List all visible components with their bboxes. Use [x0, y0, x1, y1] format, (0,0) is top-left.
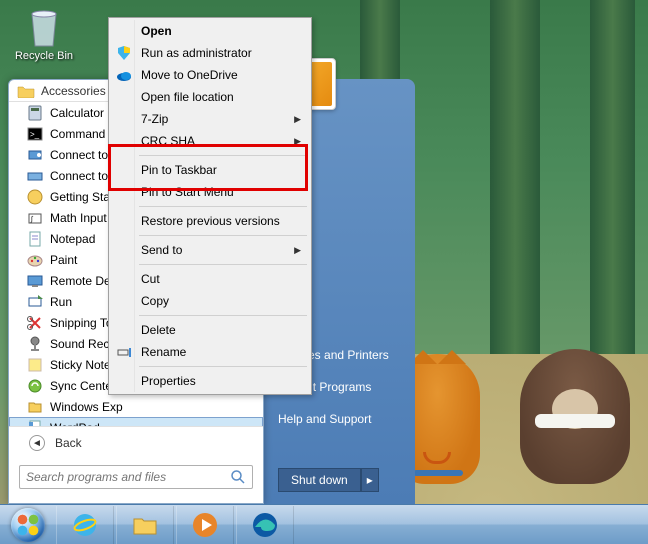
- context-menu-label: Delete: [141, 323, 176, 337]
- back-label: Back: [55, 436, 82, 450]
- file-explorer-icon: [131, 511, 159, 539]
- remote-icon: [27, 273, 43, 289]
- program-label: Command P: [50, 127, 117, 141]
- context-menu-label: Move to OneDrive: [141, 68, 238, 82]
- shutdown-button-group: Shut down ▸: [278, 468, 379, 492]
- math-icon: ∫: [27, 210, 43, 226]
- context-menu-properties[interactable]: Properties: [111, 370, 309, 392]
- edge-icon: [251, 511, 279, 539]
- getstarted-icon: [27, 189, 43, 205]
- program-label: Paint: [50, 253, 77, 267]
- calculator-icon: [27, 105, 43, 121]
- context-menu-label: Send to: [141, 243, 182, 257]
- program-label: Sync Center: [50, 379, 116, 393]
- wordpad-icon: [27, 420, 43, 427]
- program-label: Run: [50, 295, 72, 309]
- sticky-icon: [27, 357, 43, 373]
- context-menu-delete[interactable]: Delete: [111, 319, 309, 341]
- sound-icon: [27, 336, 43, 352]
- context-menu-open-file-location[interactable]: Open file location: [111, 86, 309, 108]
- program-label: Calculator: [50, 106, 104, 120]
- context-menu-separator: [139, 155, 307, 156]
- context-menu-separator: [139, 235, 307, 236]
- context-menu-crc-sha[interactable]: CRC SHA ▶: [111, 130, 309, 152]
- recycle-bin-label: Recycle Bin: [15, 50, 73, 62]
- projector2-icon: [27, 168, 43, 184]
- context-menu-label: Copy: [141, 294, 169, 308]
- taskbar: [0, 504, 648, 544]
- windows-orb-icon: [11, 508, 45, 542]
- context-menu-open[interactable]: Open: [111, 20, 309, 42]
- cmd-icon: >_: [27, 126, 43, 142]
- context-menu-label: Rename: [141, 345, 186, 359]
- context-menu-separator: [139, 206, 307, 207]
- taskbar-edge-button[interactable]: [236, 506, 294, 544]
- notepad-icon: [27, 231, 43, 247]
- rename-icon: [116, 344, 132, 360]
- context-menu-pin-to-start-menu[interactable]: Pin to Start Menu: [111, 181, 309, 203]
- context-menu-move-to-onedrive[interactable]: Move to OneDrive: [111, 64, 309, 86]
- taskbar-ie-button[interactable]: [56, 506, 114, 544]
- context-menu-label: Cut: [141, 272, 160, 286]
- program-label: Windows Exp: [50, 400, 123, 414]
- recycle-bin-icon: [26, 6, 62, 48]
- submenu-arrow-icon: ▶: [294, 114, 301, 125]
- paint-icon: [27, 252, 43, 268]
- context-menu-label: Pin to Start Menu: [141, 185, 234, 199]
- start-menu-search-box[interactable]: [19, 465, 253, 489]
- media-player-icon: [191, 511, 219, 539]
- program-label: Notepad: [50, 232, 95, 246]
- context-menu-label: 7-Zip: [141, 112, 168, 126]
- context-menu-separator: [139, 264, 307, 265]
- start-menu-folder-label: Accessories: [41, 84, 106, 98]
- context-menu-label: Open file location: [141, 90, 234, 104]
- onedrive-icon: [116, 67, 132, 83]
- context-menu-rename[interactable]: Rename: [111, 341, 309, 363]
- context-menu-separator: [139, 366, 307, 367]
- start-button[interactable]: [2, 506, 54, 544]
- context-menu-separator: [139, 315, 307, 316]
- context-menu-7-zip[interactable]: 7-Zip ▶: [111, 108, 309, 130]
- context-menu-run-as-administrator[interactable]: Run as administrator: [111, 42, 309, 64]
- taskbar-media-player-button[interactable]: [176, 506, 234, 544]
- taskbar-explorer-button[interactable]: [116, 506, 174, 544]
- context-menu-restore-previous-versions[interactable]: Restore previous versions: [111, 210, 309, 232]
- sync-icon: [27, 378, 43, 394]
- context-menu-label: Run as administrator: [141, 46, 252, 60]
- shutdown-button[interactable]: Shut down: [278, 468, 361, 492]
- explorer-icon: [27, 399, 43, 415]
- context-menu: Open Run as administrator Move to OneDrive…: [108, 17, 312, 395]
- snip-icon: [27, 315, 43, 331]
- program-label: Sticky Notes: [50, 358, 117, 372]
- context-menu-label: Restore previous versions: [141, 214, 280, 228]
- back-arrow-icon: ◄: [29, 435, 45, 451]
- start-right-help[interactable]: Help and Support: [264, 403, 415, 435]
- context-menu-send-to[interactable]: Send to ▶: [111, 239, 309, 261]
- projector-icon: [27, 147, 43, 163]
- search-icon: [230, 469, 246, 485]
- context-menu-cut[interactable]: Cut: [111, 268, 309, 290]
- context-menu-label: Properties: [141, 374, 196, 388]
- context-menu-label: CRC SHA: [141, 134, 195, 148]
- recycle-bin-desktop-icon[interactable]: Recycle Bin: [14, 6, 74, 62]
- context-menu-pin-to-taskbar[interactable]: Pin to Taskbar: [111, 159, 309, 181]
- submenu-arrow-icon: ▶: [294, 136, 301, 147]
- svg-text:>_: >_: [30, 130, 40, 139]
- context-menu-copy[interactable]: Copy: [111, 290, 309, 312]
- search-input[interactable]: [26, 470, 230, 484]
- start-menu-back-button[interactable]: ◄ Back: [9, 426, 263, 459]
- run-icon: [27, 294, 43, 310]
- program-label: WordPad: [50, 421, 100, 427]
- program-item-explorer[interactable]: Windows Exp: [9, 396, 263, 417]
- internet-explorer-icon: [71, 511, 99, 539]
- shield-icon: [116, 45, 132, 61]
- context-menu-label: Open: [141, 24, 172, 38]
- shutdown-options-button[interactable]: ▸: [361, 468, 379, 492]
- submenu-arrow-icon: ▶: [294, 245, 301, 256]
- context-menu-label: Pin to Taskbar: [141, 163, 217, 177]
- program-item-wordpad[interactable]: WordPad: [9, 417, 263, 426]
